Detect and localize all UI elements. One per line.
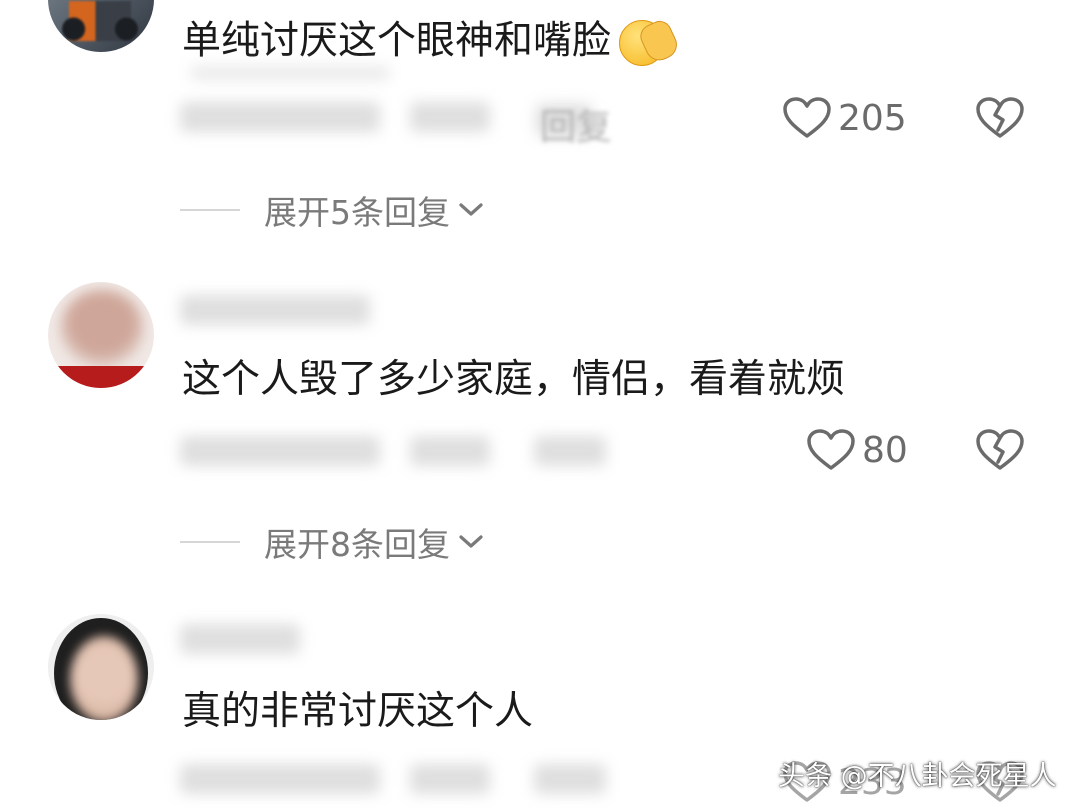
chevron-down-icon [459,535,483,548]
blurred-location [410,764,490,794]
blurred-location [410,102,490,132]
blurred-username [180,624,300,654]
blurred-timestamp [180,102,380,132]
blurred-username [180,295,370,325]
blurred-reply [534,436,606,466]
broken-heart-icon [976,97,1024,138]
avatar[interactable] [48,282,154,388]
watermark: 头条 @不八卦会死星人 [778,761,1057,792]
comment-text: 单纯讨厌这个眼神和嘴脸 [182,17,682,68]
blurred-location [410,436,490,466]
face-palm-emoji-icon [615,17,682,68]
heart-outline-icon [783,97,831,138]
blurred-timestamp [180,764,380,794]
avatar[interactable] [48,614,154,720]
like-count: 205 [838,97,907,139]
expand-replies-button[interactable]: 展开5条回复 [180,186,484,234]
expand-replies-button[interactable]: 展开8条回复 [180,518,484,566]
divider [180,541,240,543]
dislike-button[interactable] [976,96,1024,144]
like-button[interactable]: 80 [806,428,908,472]
chevron-down-icon [459,203,483,216]
reply-button[interactable]: 回复 [540,98,612,150]
avatar[interactable] [48,0,154,52]
comment-text: 真的非常讨厌这个人 [182,689,534,734]
blurred-region [190,66,390,80]
heart-outline-icon [807,429,855,470]
comment-list: 单纯讨厌这个眼神和嘴脸 回复 205 展开5条回复 这个人毁了多少家庭，情侣，看… [0,0,1080,809]
broken-heart-icon [976,429,1024,470]
blurred-timestamp [180,436,380,466]
divider [180,209,240,211]
dislike-button[interactable] [976,428,1024,476]
like-button[interactable]: 205 [782,96,907,140]
like-count: 80 [862,429,908,471]
blurred-reply [534,764,606,794]
comment-text: 这个人毁了多少家庭，情侣，看着就烦 [182,357,846,402]
